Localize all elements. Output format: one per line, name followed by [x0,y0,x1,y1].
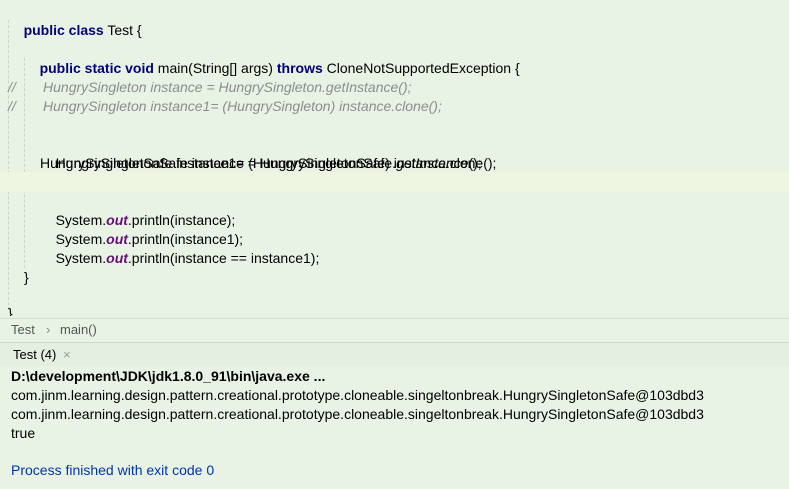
comment-line[interactable]: // HungrySingleton instance1= (HungrySin… [8,97,789,116]
console-command: D:\development\JDK\jdk1.8.0_91\bin\java.… [11,368,326,384]
code-line[interactable]: System.out.println(instance == instance1… [40,230,789,266]
console-exit-status: Process finished with exit code 0 [11,462,215,478]
code-text: .println(instance == instance1); [127,250,320,266]
run-tab-bar: Test (4) × [0,342,789,367]
current-line-highlight[interactable] [0,172,789,192]
breadcrumb-item-test[interactable]: Test [11,319,35,341]
console-output-line: true [11,425,36,441]
code-line[interactable]: } [8,304,789,316]
code-text: CloneNotSupportedException { [322,60,520,76]
run-console[interactable]: D:\development\JDK\jdk1.8.0_91\bin\java.… [0,366,789,489]
code-line[interactable]: HungrySingletonSafe instance = HungrySin… [40,135,789,171]
code-text: Test { [103,22,142,38]
breadcrumb-item-main[interactable]: main() [60,319,97,341]
code-editor[interactable]: public class Test { public static void m… [0,0,789,318]
code-line[interactable]: System.out.println(instance1); [40,211,789,247]
breadcrumb-separator: › [46,322,51,337]
comment-line[interactable]: // HungrySingleton instance = HungrySing… [8,78,789,97]
static-field: out [106,250,128,266]
code-line[interactable]: public static void main(String[] args) t… [24,40,789,76]
code-text: main(String[] args) [153,60,277,76]
code-line[interactable]: HungrySingletonSafe instance1= (HungrySi… [40,154,789,173]
console-output-line: com.jinm.learning.design.pattern.creatio… [11,387,704,403]
keyword: public class [23,22,104,38]
code-line[interactable]: System.out.println(instance); [40,192,789,228]
code-text: System. [55,250,107,266]
keyword: throws [276,60,323,76]
code-line[interactable]: public class Test { [8,2,789,38]
code-line[interactable]: } [24,268,789,287]
tab-run-test[interactable]: Test (4) [13,343,56,367]
console-output-line: com.jinm.learning.design.pattern.creatio… [11,406,704,422]
keyword: public static void [39,60,154,76]
indent-guide [8,20,9,310]
close-icon[interactable]: × [63,343,71,367]
breadcrumb: Test › main() [0,318,789,341]
